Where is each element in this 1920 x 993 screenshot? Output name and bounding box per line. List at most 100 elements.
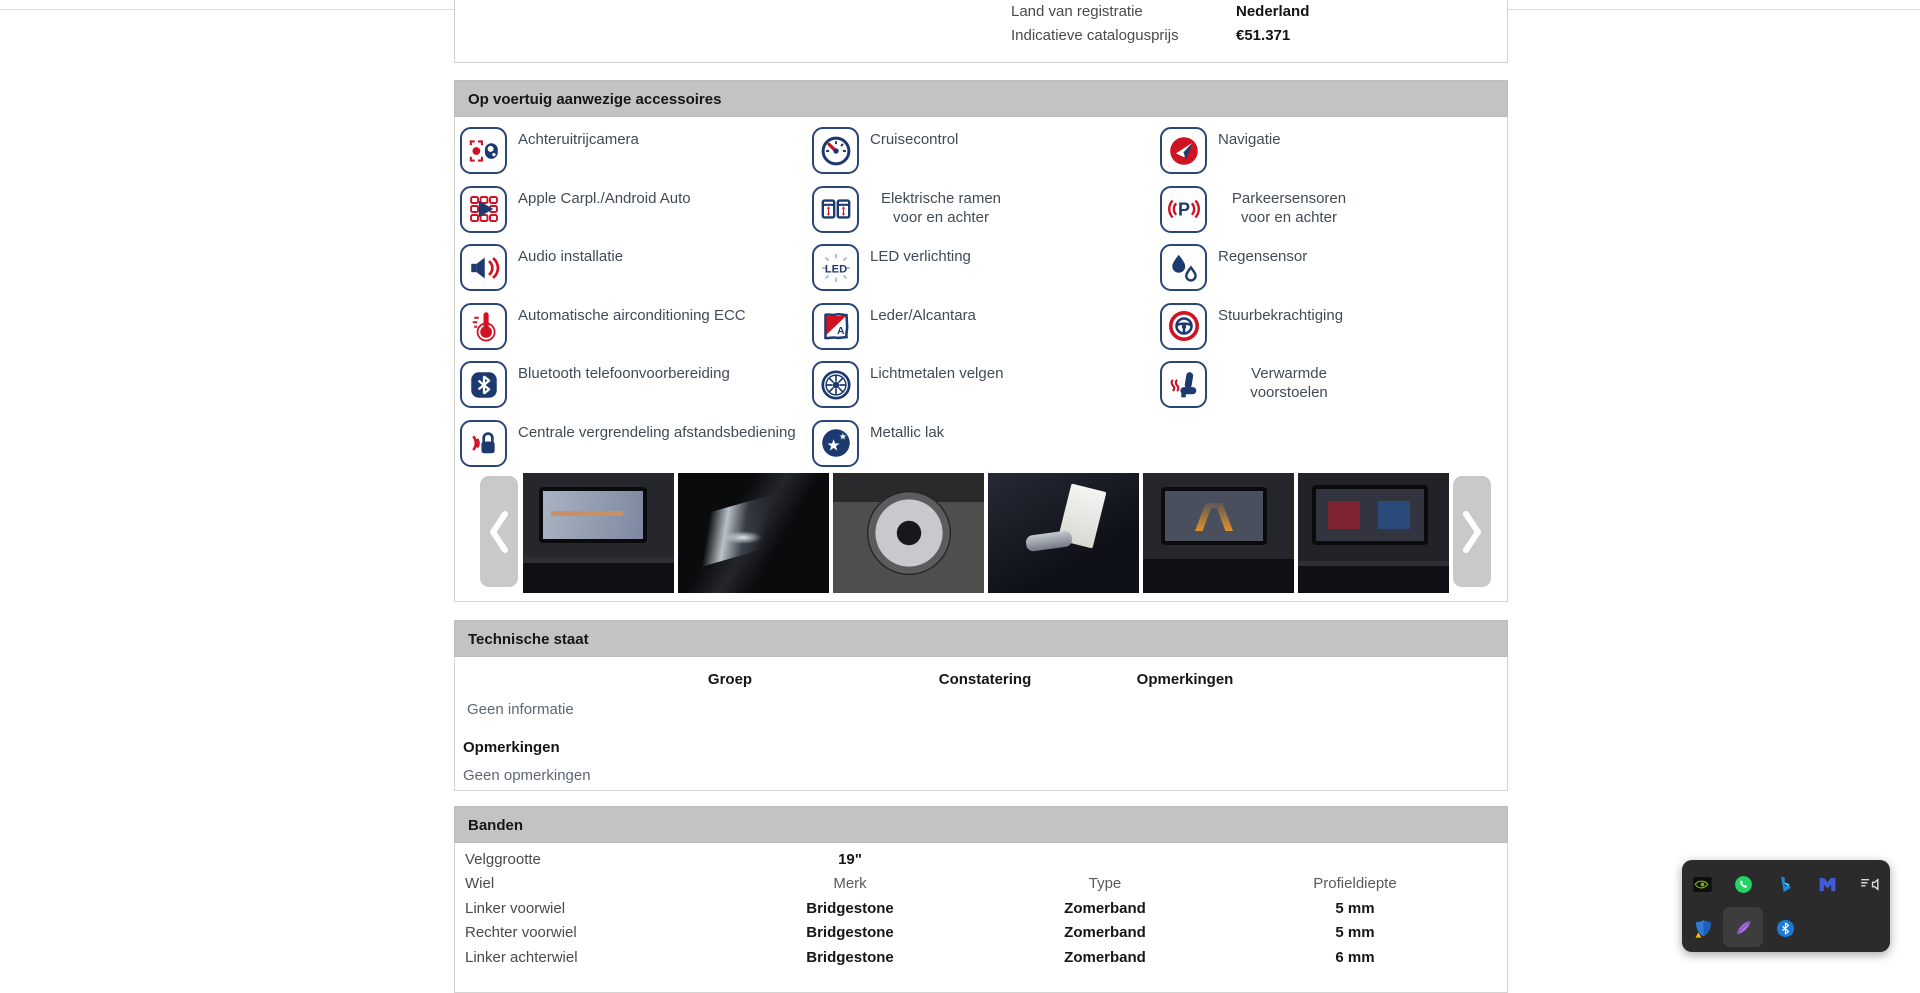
catalog-price-label: Indicatieve catalogusprijs: [1011, 27, 1179, 44]
tyre-depth: 6 mm: [1335, 949, 1375, 966]
tyres-section: Banden Velggrootte 19" Wiel Merk Type Pr…: [454, 806, 1508, 993]
tyre-depth: 5 mm: [1335, 900, 1375, 917]
nvidia-icon[interactable]: [1690, 872, 1714, 896]
alloy-wheel-photo[interactable]: [833, 473, 984, 593]
parking-sensors-icon: P: [1160, 185, 1207, 233]
audio-speaker-icon: [460, 244, 507, 291]
steering-wheel-icon: [1160, 302, 1207, 350]
accessory-item: Elektrische ramen voor en achter: [812, 185, 1012, 233]
accessory-label: Automatische airconditioning ECC: [518, 306, 746, 324]
headlight-photo[interactable]: [678, 473, 829, 593]
bing-icon[interactable]: [1773, 872, 1797, 896]
tyre-header-type: Type: [1088, 875, 1122, 892]
registration-country-value: Nederland: [1236, 3, 1310, 20]
accessory-label: Stuurbekrachtiging: [1218, 306, 1344, 324]
lightshot-feather-icon[interactable]: [1731, 915, 1755, 939]
accessories-body: Achteruitrijcamera Apple Carpl./Android A…: [454, 117, 1508, 602]
car-key-photo[interactable]: [988, 473, 1139, 593]
accessory-item: Achteruitrijcamera: [460, 127, 805, 174]
tyre-type: Zomerband: [1064, 949, 1146, 966]
metallic-paint-icon: ★ ★: [812, 419, 859, 467]
chevron-right-icon: [1463, 510, 1481, 553]
parking-camera-photo[interactable]: [1143, 473, 1294, 593]
accessory-label: Centrale vergrendeling afstandsbediening: [518, 423, 796, 441]
bluetooth-tray-icon[interactable]: [1773, 916, 1797, 940]
accessory-item: Centrale vergrendeling afstandsbediening: [460, 419, 805, 467]
technical-body: Groep Constatering Opmerkingen Geen info…: [454, 657, 1508, 791]
tyre-depth: 5 mm: [1335, 924, 1375, 941]
dashboard-display-photo[interactable]: [1298, 473, 1449, 593]
tyre-type: Zomerband: [1064, 924, 1146, 941]
registration-country-label: Land van registratie: [1011, 3, 1143, 20]
carousel-prev-button[interactable]: [480, 476, 518, 587]
whatsapp-icon[interactable]: [1731, 872, 1755, 896]
navigation-icon: [1160, 127, 1207, 174]
accessories-column-1: Cruisecontrol Elektrische ramen voor en a…: [812, 127, 1012, 478]
system-tray-popup: [1682, 860, 1890, 952]
accessories-section-title: Op voertuig aanwezige accessoires: [454, 80, 1508, 117]
accessory-label: LED verlichting: [870, 248, 971, 265]
technical-state-section: Technische staat Groep Constatering Opme…: [454, 620, 1508, 791]
technical-header-groep: Groep: [707, 671, 753, 688]
volume-lines-icon[interactable]: [1857, 872, 1881, 896]
accessory-label: Elektrische ramen voor en achter: [880, 189, 1002, 226]
bluetooth-icon: [460, 361, 507, 408]
tyre-header-row: Wiel Merk Type Profieldiepte: [455, 875, 1507, 897]
windows-security-warning-icon[interactable]: [1691, 916, 1715, 940]
accessory-label: Bluetooth telefoonvoorbereiding: [518, 365, 730, 382]
accessory-item: Lichtmetalen velgen: [812, 361, 1012, 408]
accessory-label: Metallic lak: [870, 423, 945, 441]
accessory-label: Audio installatie: [518, 248, 624, 265]
accessory-item: Cruisecontrol: [812, 127, 1012, 174]
svg-text:P: P: [1177, 200, 1189, 220]
malwarebytes-icon[interactable]: [1815, 872, 1839, 896]
no-remarks-text: Geen opmerkingen: [463, 767, 591, 784]
accessory-item: LED LED verlichting: [812, 244, 1012, 291]
catalog-price-value: €51.371: [1236, 27, 1291, 44]
no-information-text: Geen informatie: [467, 701, 574, 718]
accessory-label: Cruisecontrol: [870, 131, 959, 148]
electric-windows-icon: [812, 185, 859, 233]
tyre-brand: Bridgestone: [806, 900, 894, 917]
accessory-label: Verwarmde voorstoelen: [1250, 365, 1328, 401]
accessory-label: Lichtmetalen velgen: [870, 365, 1004, 382]
accessory-item: Bluetooth telefoonvoorbereiding: [460, 361, 805, 408]
dashboard-navigation-photo[interactable]: [523, 473, 674, 593]
tyre-brand: Bridgestone: [806, 924, 894, 941]
tyre-type: Zomerband: [1064, 900, 1146, 917]
accessory-item: Automatische airconditioning ECC: [460, 302, 805, 350]
accessory-label: Parkeersensoren voor en achter: [1231, 189, 1347, 226]
accessory-label: Achteruitrijcamera: [518, 131, 639, 148]
climate-thermometer-icon: [460, 302, 507, 350]
wheel-name: Rechter voorwiel: [465, 924, 577, 941]
chevron-left-icon: [490, 510, 508, 553]
photo-carousel: [523, 473, 1449, 593]
accessory-item: P Parkeersensoren voor en achter: [1160, 185, 1360, 233]
technical-header-opmerkingen: Opmerkingen: [1136, 671, 1234, 688]
tyre-size-label: Velggrootte: [465, 851, 541, 868]
remote-lock-icon: [460, 419, 507, 467]
accessory-label: Leder/Alcantara: [870, 306, 976, 324]
accessories-column-2: Navigatie P Parkeersensoren voor en achter…: [1160, 127, 1360, 420]
led-light-icon: LED: [812, 244, 859, 291]
rear-camera-icon: [460, 127, 507, 174]
tyre-header-merk: Merk: [833, 875, 867, 892]
remarks-title: Opmerkingen: [463, 739, 560, 756]
tyres-table: Velggrootte 19" Wiel Merk Type Profieldi…: [454, 843, 1508, 993]
tyre-header-wiel: Wiel: [465, 875, 495, 892]
accessories-column-0: Achteruitrijcamera Apple Carpl./Android A…: [460, 127, 805, 478]
svg-text:★: ★: [838, 433, 846, 443]
tyre-row-left-rear: Linker achterwiel Bridgestone Zomerband …: [455, 949, 1507, 971]
svg-text:LED: LED: [824, 263, 846, 275]
carousel-next-button[interactable]: [1453, 476, 1491, 587]
vehicle-info-panel: Land van registratie Nederland Indicatie…: [454, 0, 1508, 63]
accessory-item: Stuurbekrachtiging: [1160, 302, 1360, 350]
heated-seat-icon: [1160, 361, 1207, 408]
carplay-icon: [460, 185, 507, 233]
accessory-item: Verwarmde voorstoelen: [1160, 361, 1360, 408]
tyre-row-left-front: Linker voorwiel Bridgestone Zomerband 5 …: [455, 900, 1507, 922]
alloy-wheel-icon: [812, 361, 859, 408]
accessory-item: A Leder/Alcantara: [812, 302, 1012, 350]
tyre-size-value: 19": [838, 851, 862, 868]
accessory-label: Regensensor: [1218, 248, 1308, 265]
